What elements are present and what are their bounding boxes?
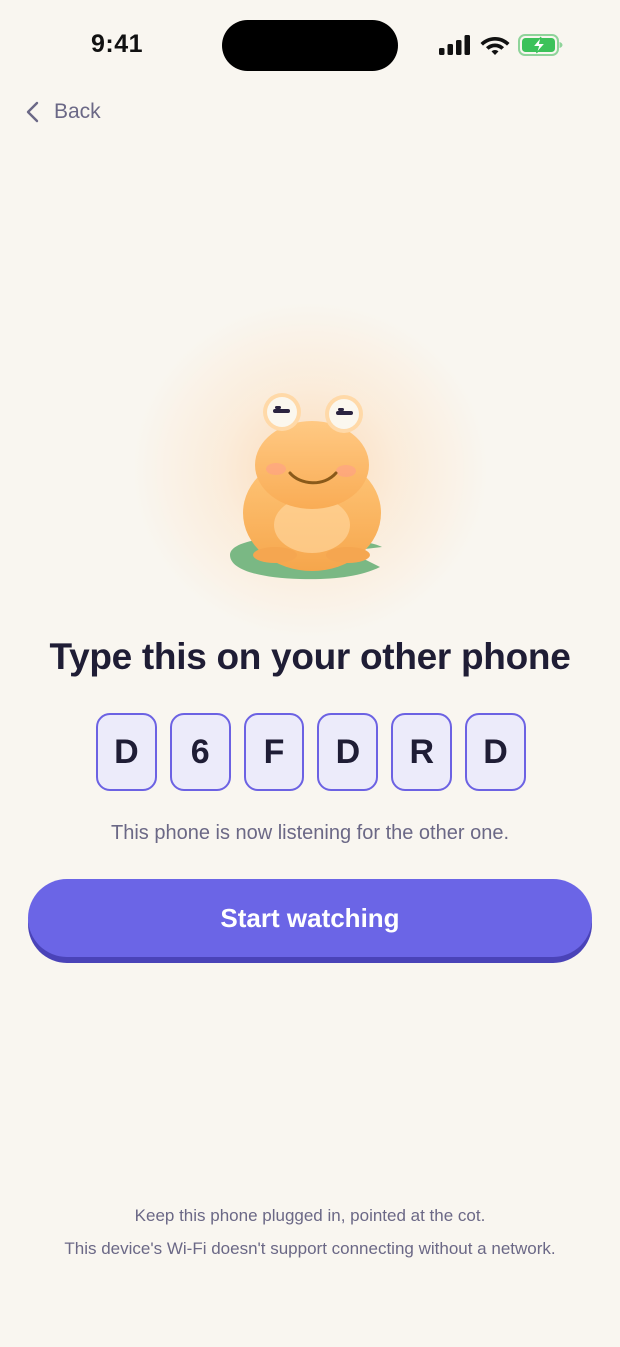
wifi-icon: [480, 37, 510, 55]
dynamic-island: [222, 20, 398, 71]
code-character-4: D: [317, 713, 379, 791]
status-bar: 9:41: [0, 0, 620, 92]
code-character-3: F: [243, 713, 305, 791]
code-character-5: R: [391, 713, 453, 791]
code-character-1: D: [96, 713, 157, 791]
back-label: Back: [54, 100, 101, 123]
wifi-warning-text: This device's Wi-Fi doesn't support conn…: [64, 1239, 556, 1258]
chevron-left-icon: [26, 101, 39, 123]
battery-charging-icon: [518, 34, 563, 56]
back-button[interactable]: Back: [24, 94, 101, 130]
status-time: 9:41: [91, 30, 144, 58]
footer-note: Keep this phone plugged in, pointed at t…: [134, 1206, 486, 1225]
page-title: Type this on your other phone: [49, 636, 571, 677]
cellular-signal-icon: [439, 35, 470, 55]
code-character-2: 6: [169, 713, 231, 791]
listening-status-text: This phone is now listening for the othe…: [110, 822, 510, 844]
frog-mascot: [230, 393, 382, 580]
start-watching-button[interactable]: Start watching: [28, 879, 592, 957]
pairing-code: D 6 F D R D: [96, 713, 526, 791]
code-character-6: D: [465, 713, 526, 791]
